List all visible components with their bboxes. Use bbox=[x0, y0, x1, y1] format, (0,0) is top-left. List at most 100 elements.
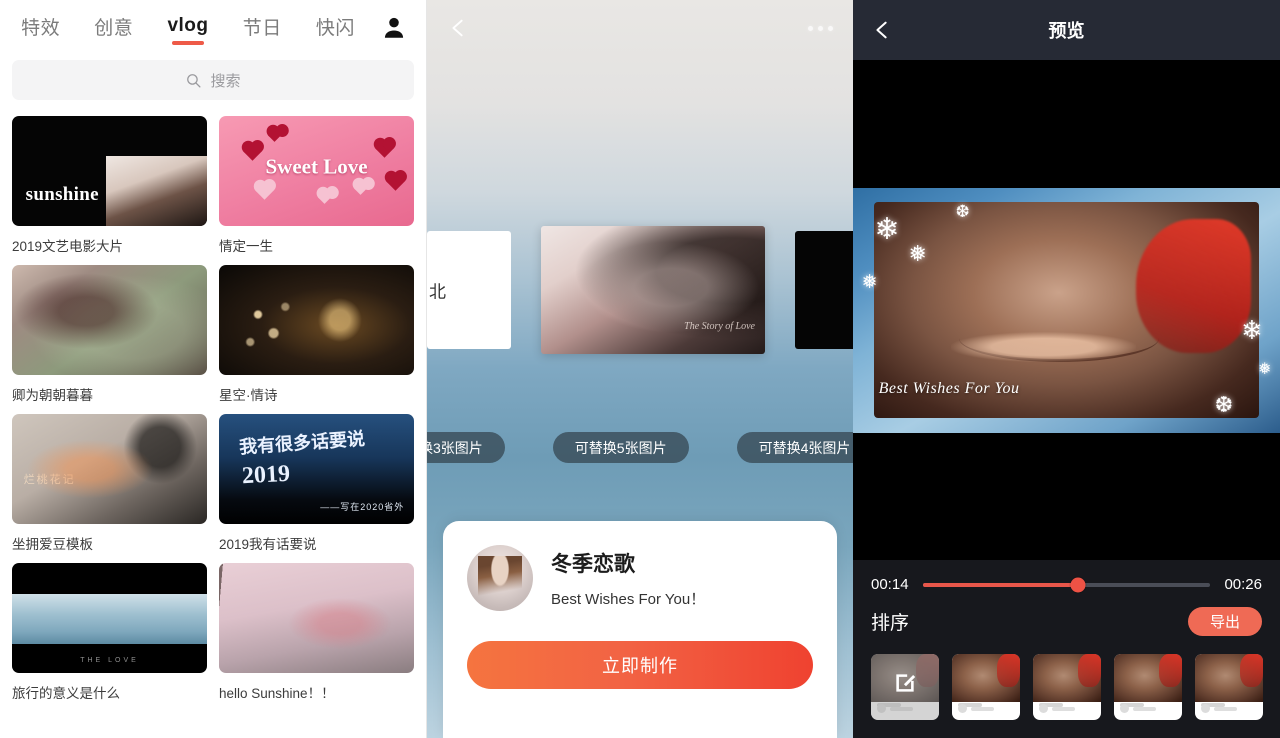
search-input[interactable]: 搜索 bbox=[12, 60, 414, 100]
progress-slider[interactable] bbox=[922, 577, 1211, 592]
clip-thumb-avatar bbox=[1039, 704, 1048, 713]
preview-video-stage[interactable]: ❄ ❅ ❆ ❅ ❄ ❆ ❅ Best Wishes For You bbox=[853, 60, 1280, 560]
template-card[interactable]: hello Sunshine！！ bbox=[219, 563, 414, 702]
template-title: 卿为朝朝暮暮 bbox=[12, 388, 93, 403]
clip-thumbnail[interactable] bbox=[952, 654, 1020, 720]
back-chevron-icon[interactable] bbox=[871, 17, 893, 43]
template-card[interactable]: sunshine 2019文艺电影大片 bbox=[12, 116, 207, 255]
search-placeholder: 搜索 bbox=[210, 72, 241, 90]
thumb-art-text-line1: 我有很多话要说 bbox=[238, 429, 366, 458]
preview-controls: 00:14 00:26 排序 导出 bbox=[853, 560, 1280, 738]
clip-thumb-meta bbox=[890, 707, 914, 711]
profile-button[interactable] bbox=[372, 15, 416, 41]
template-carousel[interactable]: 北 The Story of Love bbox=[427, 226, 853, 354]
edit-square-icon[interactable] bbox=[892, 670, 918, 696]
template-card[interactable]: 我有很多话要说 2019 ——写在2020省外 2019我有话要说 bbox=[219, 414, 414, 553]
category-tabbar: 特效 创意 vlog 节日 快闪 bbox=[0, 0, 426, 56]
slide-overlay-text: 北 bbox=[429, 282, 446, 302]
template-title: hello Sunshine！！ bbox=[219, 686, 335, 701]
back-chevron-icon[interactable] bbox=[447, 13, 469, 43]
clip-thumb-avatar bbox=[877, 704, 886, 713]
template-title: 2019文艺电影大片 bbox=[12, 239, 124, 254]
template-info-header: 冬季恋歌 Best Wishes For You！ bbox=[467, 545, 813, 611]
clip-thumbnail[interactable] bbox=[1195, 654, 1263, 720]
clip-thumb-image bbox=[1033, 654, 1101, 702]
thumb-art-text: Sweet Love bbox=[265, 154, 368, 179]
snowflake-icon: ❄ bbox=[1241, 314, 1263, 345]
highlight-shape bbox=[951, 331, 1136, 362]
clip-thumb-meta bbox=[1133, 707, 1157, 711]
snowflake-icon: ❅ bbox=[1258, 360, 1272, 378]
more-dots-icon[interactable] bbox=[808, 25, 833, 31]
carousel-slide-prev[interactable]: 北 bbox=[427, 231, 511, 349]
template-title: 2019我有话要说 bbox=[219, 537, 317, 552]
snowflake-icon: ❆ bbox=[1214, 391, 1234, 417]
tab-label: vlog bbox=[167, 15, 209, 36]
tab-festival[interactable]: 节日 bbox=[226, 7, 299, 50]
template-card[interactable]: Sweet Love 情定一生 bbox=[219, 116, 414, 255]
replace-count-badge: 可替换5张图片 bbox=[552, 432, 689, 463]
thumb-art-text: sunshine bbox=[25, 184, 99, 206]
clip-thumb-meta bbox=[877, 702, 902, 707]
progress-knob[interactable] bbox=[1070, 577, 1086, 592]
template-grid: sunshine 2019文艺电影大片 Sweet Love 情定一生 卿为朝朝… bbox=[0, 116, 426, 712]
template-info-card: 冬季恋歌 Best Wishes For You！ 立即制作 bbox=[443, 521, 837, 738]
clip-thumbnail[interactable] bbox=[1114, 654, 1182, 720]
snowflake-icon: ❅ bbox=[908, 241, 927, 267]
preview-action-row: 排序 导出 bbox=[853, 593, 1280, 636]
template-thumbnail: Sweet Love bbox=[219, 116, 414, 226]
template-thumbnail bbox=[219, 563, 414, 673]
template-title: 情定一生 bbox=[219, 239, 273, 254]
template-thumbnail: THE LOVE bbox=[12, 563, 207, 673]
clip-thumbnail[interactable] bbox=[871, 654, 939, 720]
template-title: 星空·情诗 bbox=[219, 388, 278, 403]
template-thumbnail bbox=[219, 265, 414, 375]
tab-creative[interactable]: 创意 bbox=[77, 7, 150, 50]
tab-label: 创意 bbox=[94, 17, 134, 39]
clip-thumbnail-strip bbox=[853, 636, 1280, 720]
playback-timeline: 00:14 00:26 bbox=[853, 560, 1280, 593]
page-title: 冬季恋歌 bbox=[551, 552, 635, 576]
sort-label[interactable]: 排序 bbox=[871, 608, 909, 635]
avatar bbox=[467, 545, 533, 611]
template-card[interactable]: 烂桃花记 坐拥爱豆模板 bbox=[12, 414, 207, 553]
replace-count-badge: 可替换3张图片 bbox=[427, 432, 505, 463]
preview-caption: Best Wishes For You bbox=[878, 380, 1020, 398]
total-time-label: 00:26 bbox=[1224, 576, 1262, 593]
make-now-button[interactable]: 立即制作 bbox=[467, 641, 813, 689]
tab-flash[interactable]: 快闪 bbox=[299, 7, 372, 50]
clip-thumb-avatar bbox=[1120, 704, 1129, 713]
snowflake-icon: ❆ bbox=[955, 202, 970, 222]
template-thumbnail: 我有很多话要说 2019 ——写在2020省外 bbox=[219, 414, 414, 524]
template-info-text: 冬季恋歌 Best Wishes For You！ bbox=[551, 548, 705, 609]
template-card[interactable]: 星空·情诗 bbox=[219, 265, 414, 404]
preview-navbar: 预览 bbox=[853, 0, 1280, 60]
template-thumbnail: 烂桃花记 bbox=[12, 414, 207, 524]
detail-topbar bbox=[427, 0, 853, 56]
clip-thumbnail[interactable] bbox=[1033, 654, 1101, 720]
slide-overlay-text: The Story of Love bbox=[684, 321, 755, 332]
progress-fill bbox=[922, 582, 1079, 587]
tab-vlog[interactable]: vlog bbox=[150, 9, 225, 47]
tab-label: 快闪 bbox=[315, 17, 355, 39]
carousel-slide-next[interactable] bbox=[795, 231, 853, 349]
template-card[interactable]: THE LOVE 旅行的意义是什么 bbox=[12, 563, 207, 702]
template-title: 坐拥爱豆模板 bbox=[12, 537, 93, 552]
person-icon bbox=[384, 17, 404, 38]
export-button[interactable]: 导出 bbox=[1187, 607, 1262, 636]
carousel-slide-current[interactable]: The Story of Love bbox=[541, 226, 765, 354]
thumb-art-text-line3: ——写在2020省外 bbox=[320, 502, 405, 512]
clip-thumb-meta bbox=[1214, 707, 1238, 711]
tab-special-effects[interactable]: 特效 bbox=[4, 7, 77, 50]
thumb-art-text: THE LOVE bbox=[80, 657, 139, 665]
template-list-screen: 特效 创意 vlog 节日 快闪 搜索 sunshine 2019文艺电影大片 … bbox=[0, 0, 427, 738]
thumb-art-text: 烂桃花记 bbox=[23, 474, 76, 487]
active-tab-underline bbox=[171, 41, 204, 45]
tab-label: 特效 bbox=[21, 17, 61, 39]
template-thumbnail: sunshine bbox=[12, 116, 207, 226]
snowflake-icon: ❅ bbox=[861, 271, 878, 293]
thumb-photo bbox=[105, 155, 207, 226]
template-card[interactable]: 卿为朝朝暮暮 bbox=[12, 265, 207, 404]
preview-export-screen: 预览 ❄ ❅ ❆ ❅ ❄ ❆ ❅ Best Wishes For You 00:… bbox=[853, 0, 1280, 738]
three-screen-montage: 特效 创意 vlog 节日 快闪 搜索 sunshine 2019文艺电影大片 … bbox=[0, 0, 1280, 738]
